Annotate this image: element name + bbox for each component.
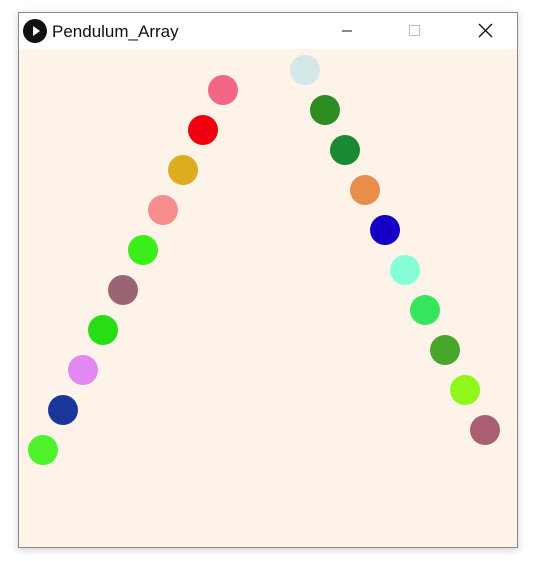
pendulum-canvas xyxy=(19,49,517,547)
pendulum-bob xyxy=(370,215,400,245)
pendulum-bob xyxy=(208,75,238,105)
pendulum-bob xyxy=(330,135,360,165)
processing-play-icon xyxy=(23,19,47,43)
pendulum-drawing xyxy=(28,55,500,465)
pendulum-bob xyxy=(68,355,98,385)
pendulum-bob xyxy=(188,115,218,145)
pendulum-bob xyxy=(48,395,78,425)
pendulum-bob xyxy=(88,315,118,345)
maximize-icon xyxy=(409,25,420,36)
pendulum-bob xyxy=(350,175,380,205)
maximize-button[interactable] xyxy=(391,13,437,49)
close-button[interactable] xyxy=(461,13,507,49)
pendulum-bob xyxy=(390,255,420,285)
minimize-button[interactable] xyxy=(323,13,369,49)
pendulum-bob xyxy=(450,375,480,405)
pendulum-bob xyxy=(128,235,158,265)
pendulum-bob xyxy=(168,155,198,185)
pendulum-bob xyxy=(28,435,58,465)
pendulum-bob xyxy=(148,195,178,225)
pendulum-bob xyxy=(410,295,440,325)
window-title: Pendulum_Array xyxy=(52,22,179,41)
pendulum-bob xyxy=(430,335,460,365)
pendulum-bob xyxy=(470,415,500,445)
minimize-icon xyxy=(342,30,352,32)
app-window: Pendulum_Array xyxy=(18,12,518,548)
pendulum-bob xyxy=(108,275,138,305)
close-icon xyxy=(478,23,493,38)
title-bar[interactable]: Pendulum_Array xyxy=(19,13,517,49)
pendulum-bob xyxy=(310,95,340,125)
pendulum-bob xyxy=(290,55,320,85)
